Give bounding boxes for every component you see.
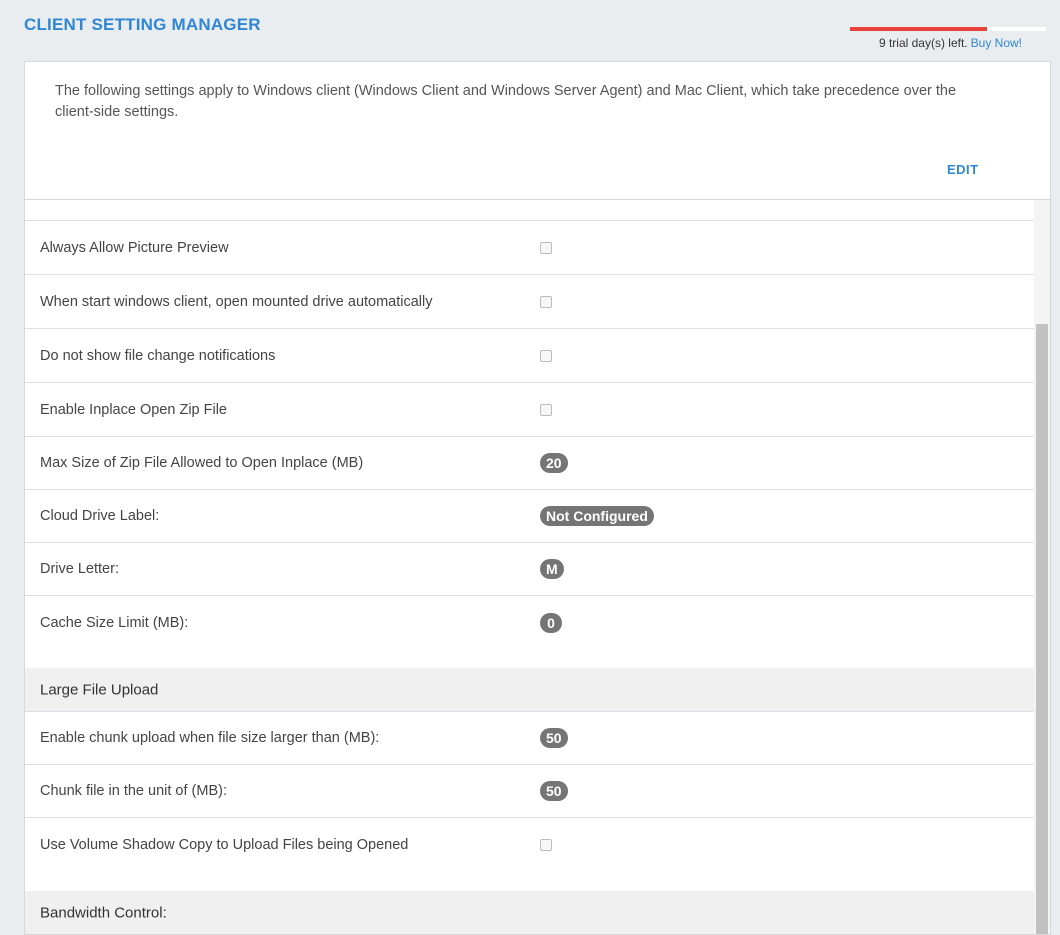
max-zip-size-badge[interactable]: 20 [540, 453, 568, 473]
section-spacer [25, 871, 1034, 891]
setting-row-max-zip-size: Max Size of Zip File Allowed to Open Inp… [25, 437, 1034, 490]
cloud-drive-label-badge[interactable]: Not Configured [540, 506, 654, 526]
file-change-notifications-checkbox[interactable] [540, 349, 552, 362]
setting-row-cloud-drive-label: Cloud Drive Label: Not Configured [25, 490, 1034, 543]
edit-button[interactable]: EDIT [947, 162, 979, 177]
table-row-partial [25, 200, 1034, 221]
drive-letter-badge[interactable]: M [540, 559, 564, 579]
setting-label: Enable Inplace Open Zip File [40, 401, 227, 418]
setting-label: Always Allow Picture Preview [40, 239, 229, 256]
setting-row-cache-size: Cache Size Limit (MB): 0 [25, 596, 1034, 649]
trial-progress-fill [850, 27, 988, 31]
inplace-zip-checkbox[interactable] [540, 403, 552, 416]
buy-now-link[interactable]: Buy Now! [971, 36, 1022, 50]
setting-label: Drive Letter: [40, 561, 119, 577]
setting-row-volume-shadow-copy: Use Volume Shadow Copy to Upload Files b… [25, 818, 1034, 871]
setting-label: Cache Size Limit (MB): [40, 614, 189, 631]
setting-label: Cloud Drive Label: [40, 508, 160, 524]
section-header-large-file-upload: Large File Upload [25, 668, 1034, 712]
section-title: Bandwidth Control: [40, 904, 167, 921]
page-title: CLIENT SETTING MANAGER [24, 15, 261, 34]
setting-row-chunk-unit: Chunk file in the unit of (MB): 50 [25, 765, 1034, 818]
trial-text-line: 9 trial day(s) left. Buy Now! [850, 36, 1046, 50]
setting-label: Max Size of Zip File Allowed to Open Inp… [40, 455, 364, 471]
info-box: The following settings apply to Windows … [25, 62, 1050, 200]
trial-status: 9 trial day(s) left. Buy Now! [850, 27, 1046, 50]
settings-panel: The following settings apply to Windows … [24, 61, 1051, 935]
info-description: The following settings apply to Windows … [55, 83, 957, 120]
setting-row-drive-letter: Drive Letter: M [25, 543, 1034, 596]
setting-row-open-mounted-drive: When start windows client, open mounted … [25, 275, 1034, 329]
trial-days-left: 9 trial day(s) left. [878, 36, 968, 50]
section-header-bandwidth-control: Bandwidth Control: [25, 891, 1034, 934]
volume-shadow-copy-checkbox[interactable] [540, 838, 552, 851]
setting-label: Use Volume Shadow Copy to Upload Files b… [40, 836, 409, 853]
setting-label: When start windows client, open mounted … [40, 293, 433, 310]
picture-preview-checkbox[interactable] [540, 241, 552, 254]
setting-label: Do not show file change notifications [40, 347, 276, 364]
vertical-scrollbar[interactable] [1034, 200, 1050, 934]
setting-row-picture-preview: Always Allow Picture Preview [25, 221, 1034, 275]
setting-row-inplace-zip: Enable Inplace Open Zip File [25, 383, 1034, 437]
settings-list: Always Allow Picture Preview When start … [25, 200, 1034, 934]
trial-progress-bar [850, 27, 1046, 31]
section-spacer [25, 649, 1034, 668]
setting-label: Chunk file in the unit of (MB): [40, 783, 227, 799]
open-mounted-drive-checkbox[interactable] [540, 295, 552, 308]
cache-size-badge[interactable]: 0 [540, 612, 562, 633]
chunk-unit-badge[interactable]: 50 [540, 781, 568, 801]
chunk-upload-threshold-badge[interactable]: 50 [540, 728, 568, 748]
scrollbar-thumb[interactable] [1036, 324, 1048, 934]
setting-row-chunk-upload-threshold: Enable chunk upload when file size large… [25, 712, 1034, 765]
section-title: Large File Upload [40, 681, 159, 698]
setting-label: Enable chunk upload when file size large… [40, 730, 380, 746]
setting-row-file-change-notifications: Do not show file change notifications [25, 329, 1034, 383]
